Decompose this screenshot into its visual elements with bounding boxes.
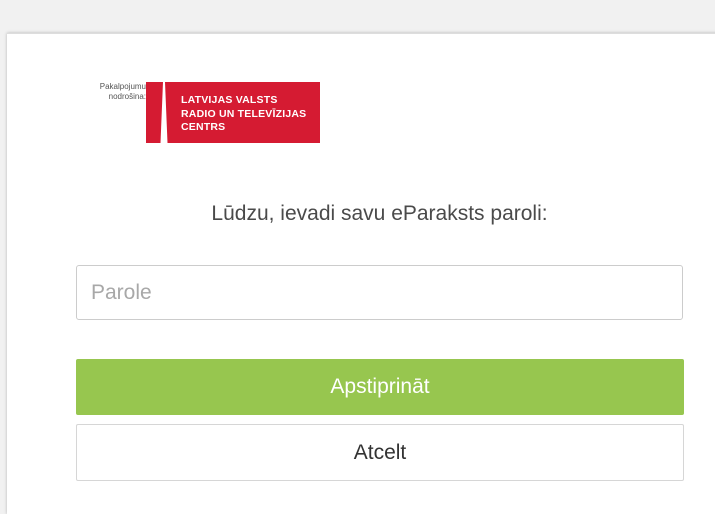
cancel-button[interactable]: Atcelt — [76, 424, 684, 481]
password-prompt: Lūdzu, ievadi savu eParaksts paroli: — [211, 202, 548, 225]
login-card: Pakalpojumu nodrošina: LATVIJAS VALSTS R… — [7, 33, 715, 514]
logo-line-3: CENTRS — [181, 121, 226, 133]
logo-text: LATVIJAS VALSTS RADIO UN TELEVĪZIJAS CEN… — [181, 94, 306, 135]
tower-icon — [160, 82, 168, 143]
confirm-button[interactable]: Apstiprināt — [76, 359, 684, 415]
provider-label-line-2: nodrošina: — [108, 92, 146, 101]
password-input[interactable] — [76, 265, 683, 320]
lvrtc-logo: LATVIJAS VALSTS RADIO UN TELEVĪZIJAS CEN… — [146, 82, 320, 143]
provider-label-line-1: Pakalpojumu — [99, 82, 146, 91]
logo-line-1: LATVIJAS VALSTS — [181, 94, 278, 106]
logo-line-2: RADIO UN TELEVĪZIJAS — [181, 107, 307, 120]
provider-label: Pakalpojumu nodrošina: — [86, 82, 146, 102]
